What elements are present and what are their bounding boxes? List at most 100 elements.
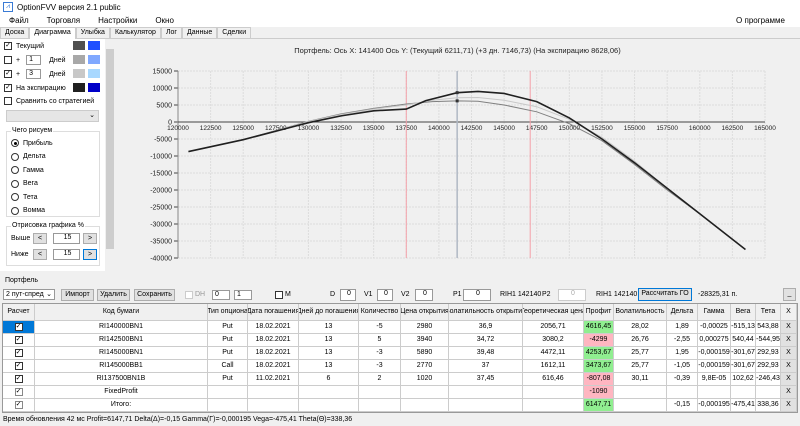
p2-input[interactable]: 0 xyxy=(558,289,586,301)
plus3-color2-swatch[interactable] xyxy=(88,69,100,78)
table-row[interactable]: ✓ RI140000BN1 Put 18.02.2021 13 -5 2980 36,9 205… xyxy=(3,321,799,334)
remove-row-button[interactable]: X xyxy=(781,321,797,334)
table-row[interactable]: ✓ RI142500BN1 Put 18.02.2021 13 5 3940 34,72 308… xyxy=(3,334,799,347)
plus3-days-input[interactable]: 3 xyxy=(26,69,42,79)
plus1-days-input[interactable]: 1 xyxy=(26,55,42,65)
minimize-button[interactable]: _ xyxy=(783,288,796,301)
plus1-color2-swatch[interactable] xyxy=(88,55,100,64)
radio-row[interactable]: Вега xyxy=(11,179,38,189)
below-increase-button[interactable]: > xyxy=(83,248,97,260)
column-header[interactable]: Расчет xyxy=(3,304,35,321)
table-row[interactable]: ✓ RI145000BN1 Put 18.02.2021 13 -3 5890 39,48 44… xyxy=(3,347,799,360)
calc-checkbox[interactable]: ✓ xyxy=(14,362,23,370)
calc-checkbox[interactable]: ✓ xyxy=(14,349,23,357)
column-header[interactable]: Профит xyxy=(584,304,614,321)
radio-button[interactable] xyxy=(11,206,19,215)
column-header[interactable]: Цена открытия xyxy=(401,304,449,321)
tab-2[interactable]: Улыбка xyxy=(75,27,110,38)
plus1-color1-swatch[interactable] xyxy=(73,55,85,64)
expiry-color1-swatch[interactable] xyxy=(73,83,85,92)
left-panel-scrollbar[interactable] xyxy=(105,39,115,271)
plus1-checkbox[interactable] xyxy=(4,56,12,64)
remove-row-button[interactable]: X xyxy=(781,373,797,386)
delete-button[interactable]: Удалить xyxy=(97,289,130,301)
column-header[interactable]: Волатильность xyxy=(614,304,667,321)
dh-spinner-2[interactable]: 1 xyxy=(234,290,252,300)
below-value-input[interactable]: 15 xyxy=(53,248,80,260)
column-header[interactable]: Дней до погашения xyxy=(299,304,359,321)
scrollbar-thumb[interactable] xyxy=(106,49,114,249)
remove-row-button[interactable]: X xyxy=(781,399,797,412)
tab-5[interactable]: Данные xyxy=(181,27,218,38)
column-header[interactable]: Гамма xyxy=(698,304,731,321)
calc-cell[interactable]: ✓ xyxy=(3,373,35,386)
tab-1[interactable]: Диаграмма xyxy=(29,27,76,39)
calc-checkbox[interactable]: ✓ xyxy=(14,401,23,409)
tab-3[interactable]: Калькулятор xyxy=(109,27,161,38)
expiry-checkbox[interactable]: ✓ xyxy=(4,84,12,92)
radio-row[interactable]: Дельта xyxy=(11,152,46,162)
import-button[interactable]: Импорт xyxy=(61,289,94,301)
radio-button[interactable] xyxy=(11,179,19,188)
radio-button[interactable] xyxy=(11,139,19,147)
plus3-checkbox[interactable]: ✓ xyxy=(4,70,12,78)
dh-checkbox[interactable] xyxy=(185,291,193,299)
calc-cell[interactable]: ✓ xyxy=(3,360,35,373)
menu-window[interactable]: Окно xyxy=(146,16,183,25)
dh-spinner-1[interactable]: 0 xyxy=(212,290,230,300)
calc-cell[interactable]: ✓ xyxy=(3,386,35,399)
menu-trade[interactable]: Торговля xyxy=(38,16,89,25)
above-value-input[interactable]: 15 xyxy=(53,232,80,244)
plus3-color1-swatch[interactable] xyxy=(73,69,85,78)
current-color1-swatch[interactable] xyxy=(73,41,85,50)
strategy-select[interactable]: 2 пут-спред ⌄ xyxy=(3,289,55,300)
m-checkbox[interactable] xyxy=(275,291,283,299)
column-header[interactable]: Теоретическая цена xyxy=(523,304,584,321)
column-header[interactable]: Вега xyxy=(731,304,756,321)
menu-settings[interactable]: Настройки xyxy=(89,16,146,25)
table-row[interactable]: ✓ RI145000BB1 Call 18.02.2021 13 -3 2770 37 1612… xyxy=(3,360,799,373)
column-header[interactable]: Количество xyxy=(359,304,401,321)
tab-6[interactable]: Сделки xyxy=(217,27,252,38)
radio-row[interactable]: Тета xyxy=(11,192,38,202)
tab-0[interactable]: Доска xyxy=(0,27,30,38)
calc-checkbox[interactable]: ✓ xyxy=(14,323,23,331)
calc-cell[interactable]: ✓ xyxy=(3,347,35,360)
above-increase-button[interactable]: > xyxy=(83,232,97,244)
strategy-compare-select[interactable]: ⌄ xyxy=(6,110,99,122)
save-button[interactable]: Сохранить xyxy=(134,289,175,301)
d-input[interactable]: 0 xyxy=(340,289,356,301)
table-row[interactable]: ✓ RI137500BN1B Put 11.02.2021 6 2 1020 37,45 616… xyxy=(3,373,799,386)
calc-checkbox[interactable]: ✓ xyxy=(14,375,23,383)
calc-cell[interactable]: ✓ xyxy=(3,321,35,334)
p1-input[interactable]: 0 xyxy=(463,289,491,301)
calc-margin-button[interactable]: Рассчитать ГО xyxy=(638,288,692,301)
calc-checkbox[interactable]: ✓ xyxy=(14,336,23,344)
column-header[interactable]: Код бумаги xyxy=(35,304,208,321)
below-decrease-button[interactable]: < xyxy=(33,248,47,260)
radio-button[interactable] xyxy=(11,193,19,201)
radio-button[interactable] xyxy=(11,166,19,174)
expiry-color2-swatch[interactable] xyxy=(88,83,100,92)
calc-checkbox[interactable]: ✓ xyxy=(14,388,23,396)
calc-cell[interactable]: ✓ xyxy=(3,334,35,347)
column-header[interactable]: Тип опциона xyxy=(208,304,248,321)
remove-row-button[interactable]: X xyxy=(781,386,797,399)
menu-file[interactable]: Файл xyxy=(0,16,38,25)
table-row[interactable]: ✓ Итого: 6147,71 -0,15 -0,000195 -475,41 338,3… xyxy=(3,399,799,412)
column-header[interactable]: X xyxy=(781,304,797,321)
menu-about[interactable]: О программе xyxy=(727,16,794,25)
column-header[interactable]: Тета xyxy=(756,304,781,321)
compare-checkbox[interactable] xyxy=(4,97,12,105)
radio-row[interactable]: Прибыль xyxy=(11,138,53,148)
tab-4[interactable]: Лог xyxy=(160,27,182,38)
v2-input[interactable]: 0 xyxy=(415,289,433,301)
column-header[interactable]: Дельта xyxy=(667,304,698,321)
radio-button[interactable] xyxy=(11,152,19,161)
remove-row-button[interactable]: X xyxy=(781,347,797,360)
remove-row-button[interactable]: X xyxy=(781,360,797,373)
v1-input[interactable]: 0 xyxy=(377,289,393,301)
current-color2-swatch[interactable] xyxy=(88,41,100,50)
column-header[interactable]: Дата погашения xyxy=(248,304,299,321)
column-header[interactable]: Волатильность открытия xyxy=(449,304,523,321)
